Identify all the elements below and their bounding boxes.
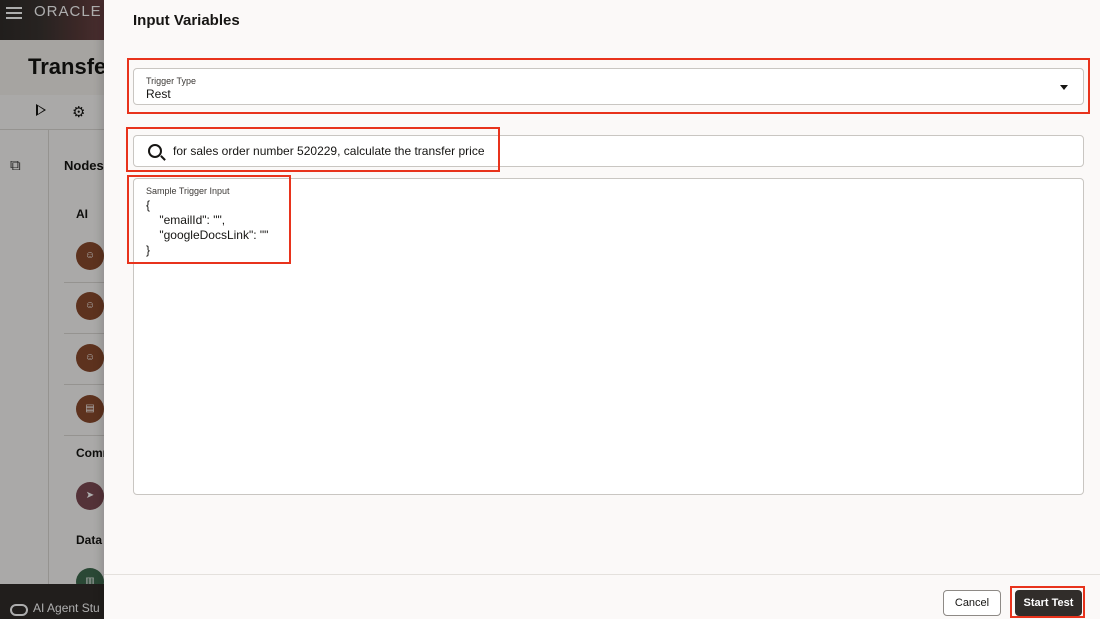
- cancel-button[interactable]: Cancel: [943, 590, 1001, 616]
- callout-start-test: [1010, 586, 1085, 618]
- footer-divider: [104, 574, 1100, 575]
- callout-prompt-input: [126, 127, 500, 172]
- drawer-title: Input Variables: [133, 12, 240, 29]
- callout-sample-input: [127, 175, 291, 264]
- callout-trigger-type: [127, 58, 1090, 114]
